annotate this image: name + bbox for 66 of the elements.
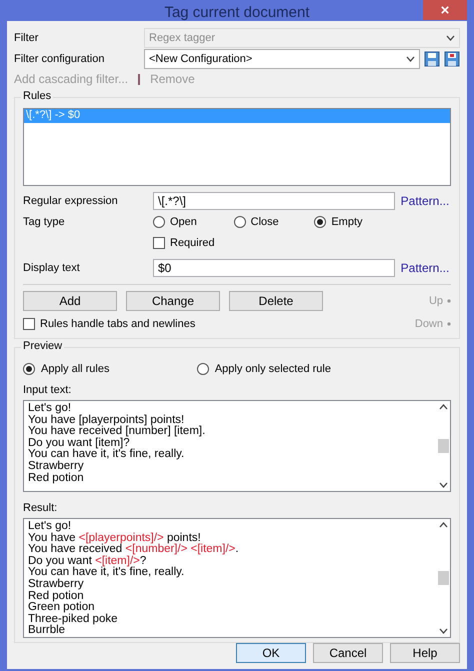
rule-button[interactable]: Add <box>23 291 117 311</box>
text-line: Strawberry <box>28 578 85 590</box>
input-text-area[interactable]: Let's go! You have [playerpoints] points! You have received [number] [item]. Do you want [item]? You can have it, it's fine, really. Strawberry Red potion <box>23 400 451 492</box>
pattern-link[interactable]: Pattern... <box>399 260 451 274</box>
text-line: You have received [number] [item]. <box>28 426 206 438</box>
text-line: Red potion <box>28 472 85 484</box>
text-line: Strawberry <box>28 460 85 472</box>
field-label: Result: <box>23 502 58 514</box>
field-label: Filter configuration <box>14 52 106 64</box>
text-line: Let's go! <box>28 403 72 414</box>
save-as-icon <box>444 50 460 66</box>
text-line: You have received <[number]/> <[item]/>. <box>28 544 240 556</box>
checkbox-label: Required <box>170 236 215 248</box>
scroll-down-icon <box>438 628 448 634</box>
text-line: Green potion <box>28 602 96 614</box>
text-line: You can have it, it's fine, really. <box>28 449 186 460</box>
regex-field[interactable]: \[.*?\] <box>153 192 395 210</box>
dot-icon <box>447 299 451 303</box>
field-label: Filter <box>14 32 40 44</box>
save-icon <box>424 50 440 66</box>
scroll-up-icon <box>438 404 448 410</box>
radio-button[interactable] <box>153 216 165 228</box>
field-label: Display text <box>23 262 81 274</box>
dot-icon <box>447 322 451 326</box>
radio-label: Open <box>170 216 197 228</box>
text-line: You have <[playerpoints]/> points! <box>28 532 201 544</box>
text-line: Red potion <box>28 590 84 602</box>
field-label: Regular expression <box>23 194 119 206</box>
radio-button[interactable] <box>196 363 209 375</box>
field-label: Input text: <box>23 384 72 396</box>
radio-button[interactable] <box>314 216 326 228</box>
text-line: You have [playerpoints] points! <box>28 414 184 426</box>
dialog-button[interactable]: OK <box>236 643 306 663</box>
checkbox-label: Rules handle tabs and newlines <box>40 318 196 330</box>
rule-button[interactable]: Change <box>126 291 220 311</box>
radio-label: Close <box>250 216 279 228</box>
group-title: Rules <box>21 90 54 102</box>
group-title: Preview <box>21 340 64 352</box>
dialog-button[interactable]: Cancel <box>313 643 383 663</box>
configuration-dropdown[interactable]: <New Configuration> <box>144 48 420 68</box>
radio-label: Empty <box>331 216 363 228</box>
radio-button[interactable] <box>234 216 246 228</box>
text-line: Do you want [item]? <box>28 438 130 449</box>
scroll-up-icon <box>438 522 448 528</box>
window-title: Tag current document <box>164 4 310 21</box>
pattern-link[interactable]: Pattern... <box>399 194 451 208</box>
text-line: Let's go! <box>28 521 72 532</box>
field-label: Tag type <box>23 216 66 228</box>
text-line: Burrble <box>28 625 66 637</box>
radio-label: Apply all rules <box>41 363 110 375</box>
text-line: Do you want <[item]/>? <box>28 556 146 567</box>
dialog-button[interactable]: Help <box>390 643 460 663</box>
checkbox[interactable] <box>153 236 165 248</box>
checkbox[interactable] <box>23 318 35 330</box>
text-line: Three-piked poke <box>28 614 118 625</box>
caret-icon <box>406 56 415 62</box>
text-line: You can have it, it's fine, really. <box>28 567 186 578</box>
caret-icon <box>446 34 455 40</box>
radio-label: Apply only selected rule <box>214 363 331 375</box>
radio-button[interactable] <box>23 363 35 375</box>
scroll-thumb[interactable] <box>438 439 448 453</box>
close-button[interactable]: × <box>423 0 467 20</box>
rule-button[interactable]: Delete <box>229 291 323 311</box>
scroll-down-icon <box>438 482 448 488</box>
scroll-thumb[interactable] <box>438 571 448 585</box>
display-text-field[interactable]: $0 <box>153 258 395 276</box>
